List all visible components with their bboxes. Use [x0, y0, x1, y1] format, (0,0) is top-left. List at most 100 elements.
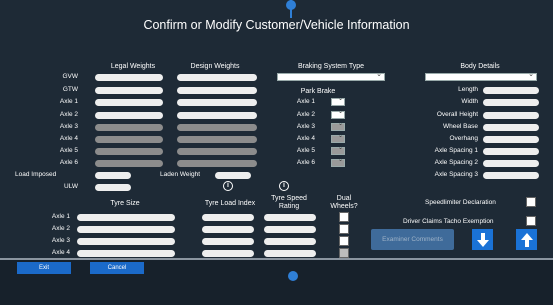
tyre-size-field[interactable] [77, 226, 175, 233]
dual-wheels-checkbox[interactable] [339, 236, 349, 246]
tyre-load-index-field[interactable] [202, 214, 254, 221]
body-detail-label: Overall Height [436, 111, 478, 118]
design-weight-field[interactable] [177, 112, 257, 119]
info-icon[interactable]: i [279, 181, 289, 191]
tyre-speed-rating-header: Tyre Speed Rating [271, 195, 307, 210]
weight-row-label: Axle 6 [59, 159, 78, 166]
body-detail-field[interactable] [483, 99, 539, 106]
park-brake-select[interactable] [331, 156, 345, 167]
design-weight-field[interactable] [177, 99, 257, 106]
load-imposed-field[interactable] [95, 172, 131, 179]
scroll-down-button[interactable] [472, 229, 493, 250]
body-detail-label: Axle Spacing 2 [434, 159, 478, 166]
page-title: Confirm or Modify Customer/Vehicle Infor… [143, 18, 410, 32]
tyre-load-index-field[interactable] [202, 226, 254, 233]
tyre-load-index-header: Tyre Load Index [204, 200, 256, 207]
tyre-speed-rating-field[interactable] [264, 250, 316, 257]
tyre-speed-rating-field[interactable] [264, 238, 316, 245]
park-brake-axle-label: Axle 5 [296, 147, 315, 154]
dual-wheels-checkbox[interactable] [339, 248, 349, 258]
tyre-size-field[interactable] [77, 214, 175, 221]
weight-row-label: Axle 1 [59, 98, 78, 105]
tyre-axle-label: Axle 4 [51, 249, 70, 256]
weight-row-label: Axle 3 [59, 123, 78, 130]
park-brake-axle-label: Axle 3 [296, 123, 315, 130]
legal-weight-field[interactable] [95, 124, 163, 131]
design-weight-field[interactable] [177, 87, 257, 94]
legal-weight-field[interactable] [95, 87, 163, 94]
legal-weight-field[interactable] [95, 148, 163, 155]
laden-weight-field[interactable] [215, 172, 251, 179]
body-detail-field[interactable] [483, 112, 539, 119]
tyre-load-index-field[interactable] [202, 238, 254, 245]
speedlimiter-label: Speedlimiter Declaration [425, 199, 496, 206]
tyre-load-index-field[interactable] [202, 250, 254, 257]
dual-wheels-checkbox[interactable] [339, 224, 349, 234]
body-detail-field[interactable] [483, 124, 539, 131]
legal-weight-field[interactable] [95, 112, 163, 119]
park-brake-select[interactable] [331, 120, 345, 131]
body-details-header: Body Details [460, 63, 500, 70]
tyre-speed-rating-field[interactable] [264, 226, 316, 233]
examiner-comments-button[interactable]: Examiner Comments [371, 229, 454, 250]
design-weight-field[interactable] [177, 74, 257, 81]
park-brake-axle-label: Axle 1 [296, 98, 315, 105]
body-detail-field[interactable] [483, 148, 539, 155]
park-brake-axle-label: Axle 2 [296, 111, 315, 118]
ulw-field[interactable] [95, 184, 131, 191]
park-brake-select[interactable] [331, 132, 345, 143]
dual-wheels-header: Dual Wheels? [330, 195, 358, 210]
weight-row-label: Axle 5 [59, 147, 78, 154]
dual-wheels-checkbox[interactable] [339, 212, 349, 222]
legal-weight-field[interactable] [95, 99, 163, 106]
tyre-size-header: Tyre Size [110, 200, 140, 207]
tyre-size-field[interactable] [77, 250, 175, 257]
load-imposed-label: Load Imposed [15, 171, 57, 178]
braking-system-header: Braking System Type [297, 63, 364, 70]
tyre-size-field[interactable] [77, 238, 175, 245]
body-detail-field[interactable] [483, 136, 539, 143]
body-detail-field[interactable] [483, 87, 539, 94]
body-detail-label: Width [461, 98, 478, 105]
cancel-button[interactable]: Cancel [90, 262, 144, 274]
ulw-label: ULW [64, 183, 78, 190]
design-weight-field[interactable] [177, 124, 257, 131]
weight-row-label: GVW [62, 73, 78, 80]
scroll-up-button[interactable] [516, 229, 537, 250]
info-icon[interactable]: i [223, 181, 233, 191]
tyre-axle-label: Axle 3 [51, 237, 70, 244]
legal-weight-field[interactable] [95, 136, 163, 143]
body-detail-label: Wheel Base [442, 123, 478, 130]
tyre-axle-label: Axle 2 [51, 225, 70, 232]
park-brake-select[interactable] [331, 144, 345, 155]
body-detail-label: Overhang [449, 135, 478, 142]
park-brake-header: Park Brake [300, 88, 336, 95]
design-weights-header: Design Weights [190, 63, 240, 70]
bottom-marker-handle[interactable] [288, 271, 298, 281]
top-marker-handle[interactable] [286, 0, 296, 10]
tyre-axle-label: Axle 1 [51, 213, 70, 220]
arrow-up-icon [520, 232, 533, 247]
weight-row-label: GTW [62, 86, 78, 93]
design-weight-field[interactable] [177, 136, 257, 143]
body-detail-field[interactable] [483, 160, 539, 167]
design-weight-field[interactable] [177, 160, 257, 167]
speedlimiter-checkbox[interactable] [526, 197, 536, 207]
design-weight-field[interactable] [177, 148, 257, 155]
laden-weight-label: Laden Weight [160, 171, 200, 178]
body-detail-label: Axle Spacing 3 [434, 171, 478, 178]
body-detail-field[interactable] [483, 172, 539, 179]
braking-system-select[interactable] [277, 70, 385, 81]
legal-weight-field[interactable] [95, 74, 163, 81]
park-brake-select[interactable] [331, 108, 345, 119]
body-details-select[interactable] [425, 70, 537, 81]
exit-button[interactable]: Exit [17, 262, 71, 274]
tyre-speed-rating-field[interactable] [264, 214, 316, 221]
arrow-down-icon [476, 232, 489, 247]
legal-weight-field[interactable] [95, 160, 163, 167]
tacho-exemption-checkbox[interactable] [526, 216, 536, 226]
park-brake-axle-label: Axle 6 [296, 159, 315, 166]
weight-row-label: Axle 2 [59, 111, 78, 118]
tacho-exemption-label: Driver Claims Tacho Exemption [403, 218, 494, 225]
park-brake-select[interactable] [331, 95, 345, 106]
